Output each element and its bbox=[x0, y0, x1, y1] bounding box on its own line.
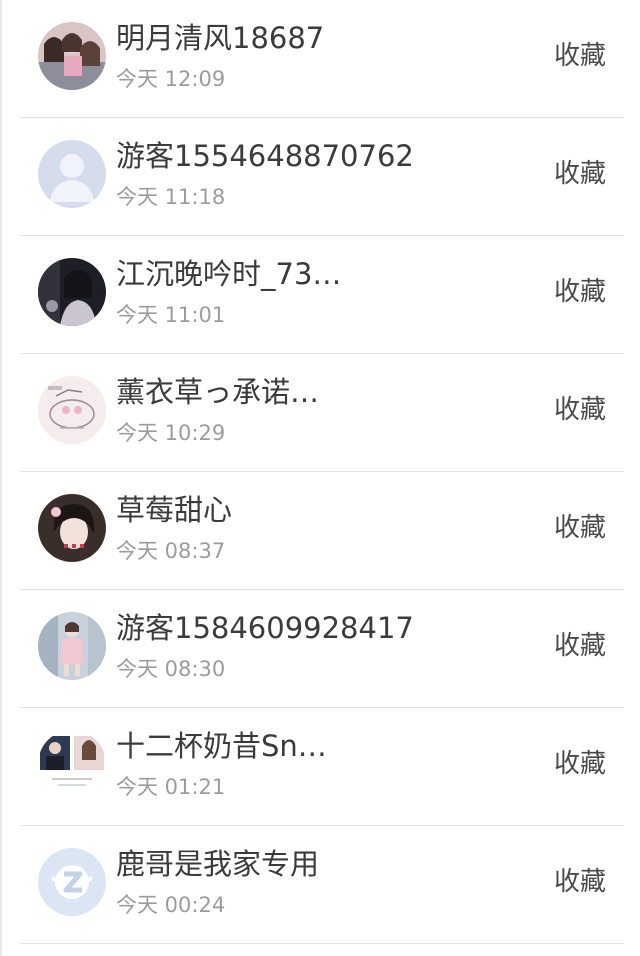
user-name: 鹿哥是我家专用 bbox=[116, 847, 320, 881]
list-item[interactable]: 游客1554648870762 今天 11:18 收藏 bbox=[20, 118, 624, 236]
avatar[interactable] bbox=[38, 140, 106, 208]
favorite-button[interactable]: 收藏 bbox=[554, 274, 606, 310]
list-item[interactable]: 十二杯奶昔Sn… 今天 01:21 收藏 bbox=[20, 708, 624, 826]
avatar[interactable] bbox=[38, 376, 106, 444]
default-user-icon bbox=[38, 140, 106, 208]
favorite-button[interactable]: 收藏 bbox=[554, 38, 606, 74]
favorite-button[interactable]: 收藏 bbox=[554, 510, 606, 546]
favorite-button[interactable]: 收藏 bbox=[554, 628, 606, 664]
favorite-button[interactable]: 收藏 bbox=[554, 392, 606, 428]
girl-photo-icon bbox=[38, 494, 106, 562]
qq-logo-icon bbox=[38, 848, 106, 916]
avatar[interactable] bbox=[38, 730, 106, 798]
timestamp: 今天 08:30 bbox=[116, 657, 226, 681]
list-item[interactable]: 鹿哥是我家专用 今天 00:24 收藏 bbox=[20, 826, 624, 944]
couple-photo-icon bbox=[38, 730, 106, 798]
avatar[interactable] bbox=[38, 494, 106, 562]
list-item[interactable]: 江沉晚吟时_73… 今天 11:01 收藏 bbox=[20, 236, 624, 354]
favorite-button[interactable]: 收藏 bbox=[554, 864, 606, 900]
user-name: 游客1554648870762 bbox=[116, 139, 414, 173]
group-photo-avatar-icon bbox=[38, 22, 106, 90]
user-list: 明月清风18687 今天 12:09 收藏 游客1554648870762 今天… bbox=[0, 0, 640, 956]
user-name: 江沉晚吟时_73… bbox=[116, 257, 342, 291]
user-name: 草莓甜心 bbox=[116, 493, 233, 527]
list-item[interactable]: 薰衣草っ承诺… 今天 10:29 收藏 bbox=[20, 354, 624, 472]
list-item[interactable]: 游客1584609928417 今天 08:30 收藏 bbox=[20, 590, 624, 708]
timestamp: 今天 01:21 bbox=[116, 775, 226, 799]
dark-photo-icon bbox=[38, 258, 106, 326]
user-name: 十二杯奶昔Sn… bbox=[116, 729, 327, 763]
user-name: 薰衣草っ承诺… bbox=[116, 375, 320, 409]
timestamp: 今天 11:01 bbox=[116, 303, 226, 327]
user-name: 明月清风18687 bbox=[116, 21, 325, 55]
avatar[interactable] bbox=[38, 848, 106, 916]
avatar[interactable] bbox=[38, 258, 106, 326]
favorite-button[interactable]: 收藏 bbox=[554, 746, 606, 782]
pink-coat-icon bbox=[38, 612, 106, 680]
list-item[interactable]: 明月清风18687 今天 12:09 收藏 bbox=[20, 0, 624, 118]
avatar[interactable] bbox=[38, 22, 106, 90]
timestamp: 今天 11:18 bbox=[116, 185, 226, 209]
timestamp: 今天 00:24 bbox=[116, 893, 226, 917]
avatar[interactable] bbox=[38, 612, 106, 680]
favorite-button[interactable]: 收藏 bbox=[554, 156, 606, 192]
timestamp: 今天 10:29 bbox=[116, 421, 226, 445]
timestamp: 今天 12:09 bbox=[116, 67, 226, 91]
user-name: 游客1584609928417 bbox=[116, 611, 414, 645]
list-item[interactable]: 草莓甜心 今天 08:37 收藏 bbox=[20, 472, 624, 590]
sketch-icon bbox=[38, 376, 106, 444]
timestamp: 今天 08:37 bbox=[116, 539, 226, 563]
